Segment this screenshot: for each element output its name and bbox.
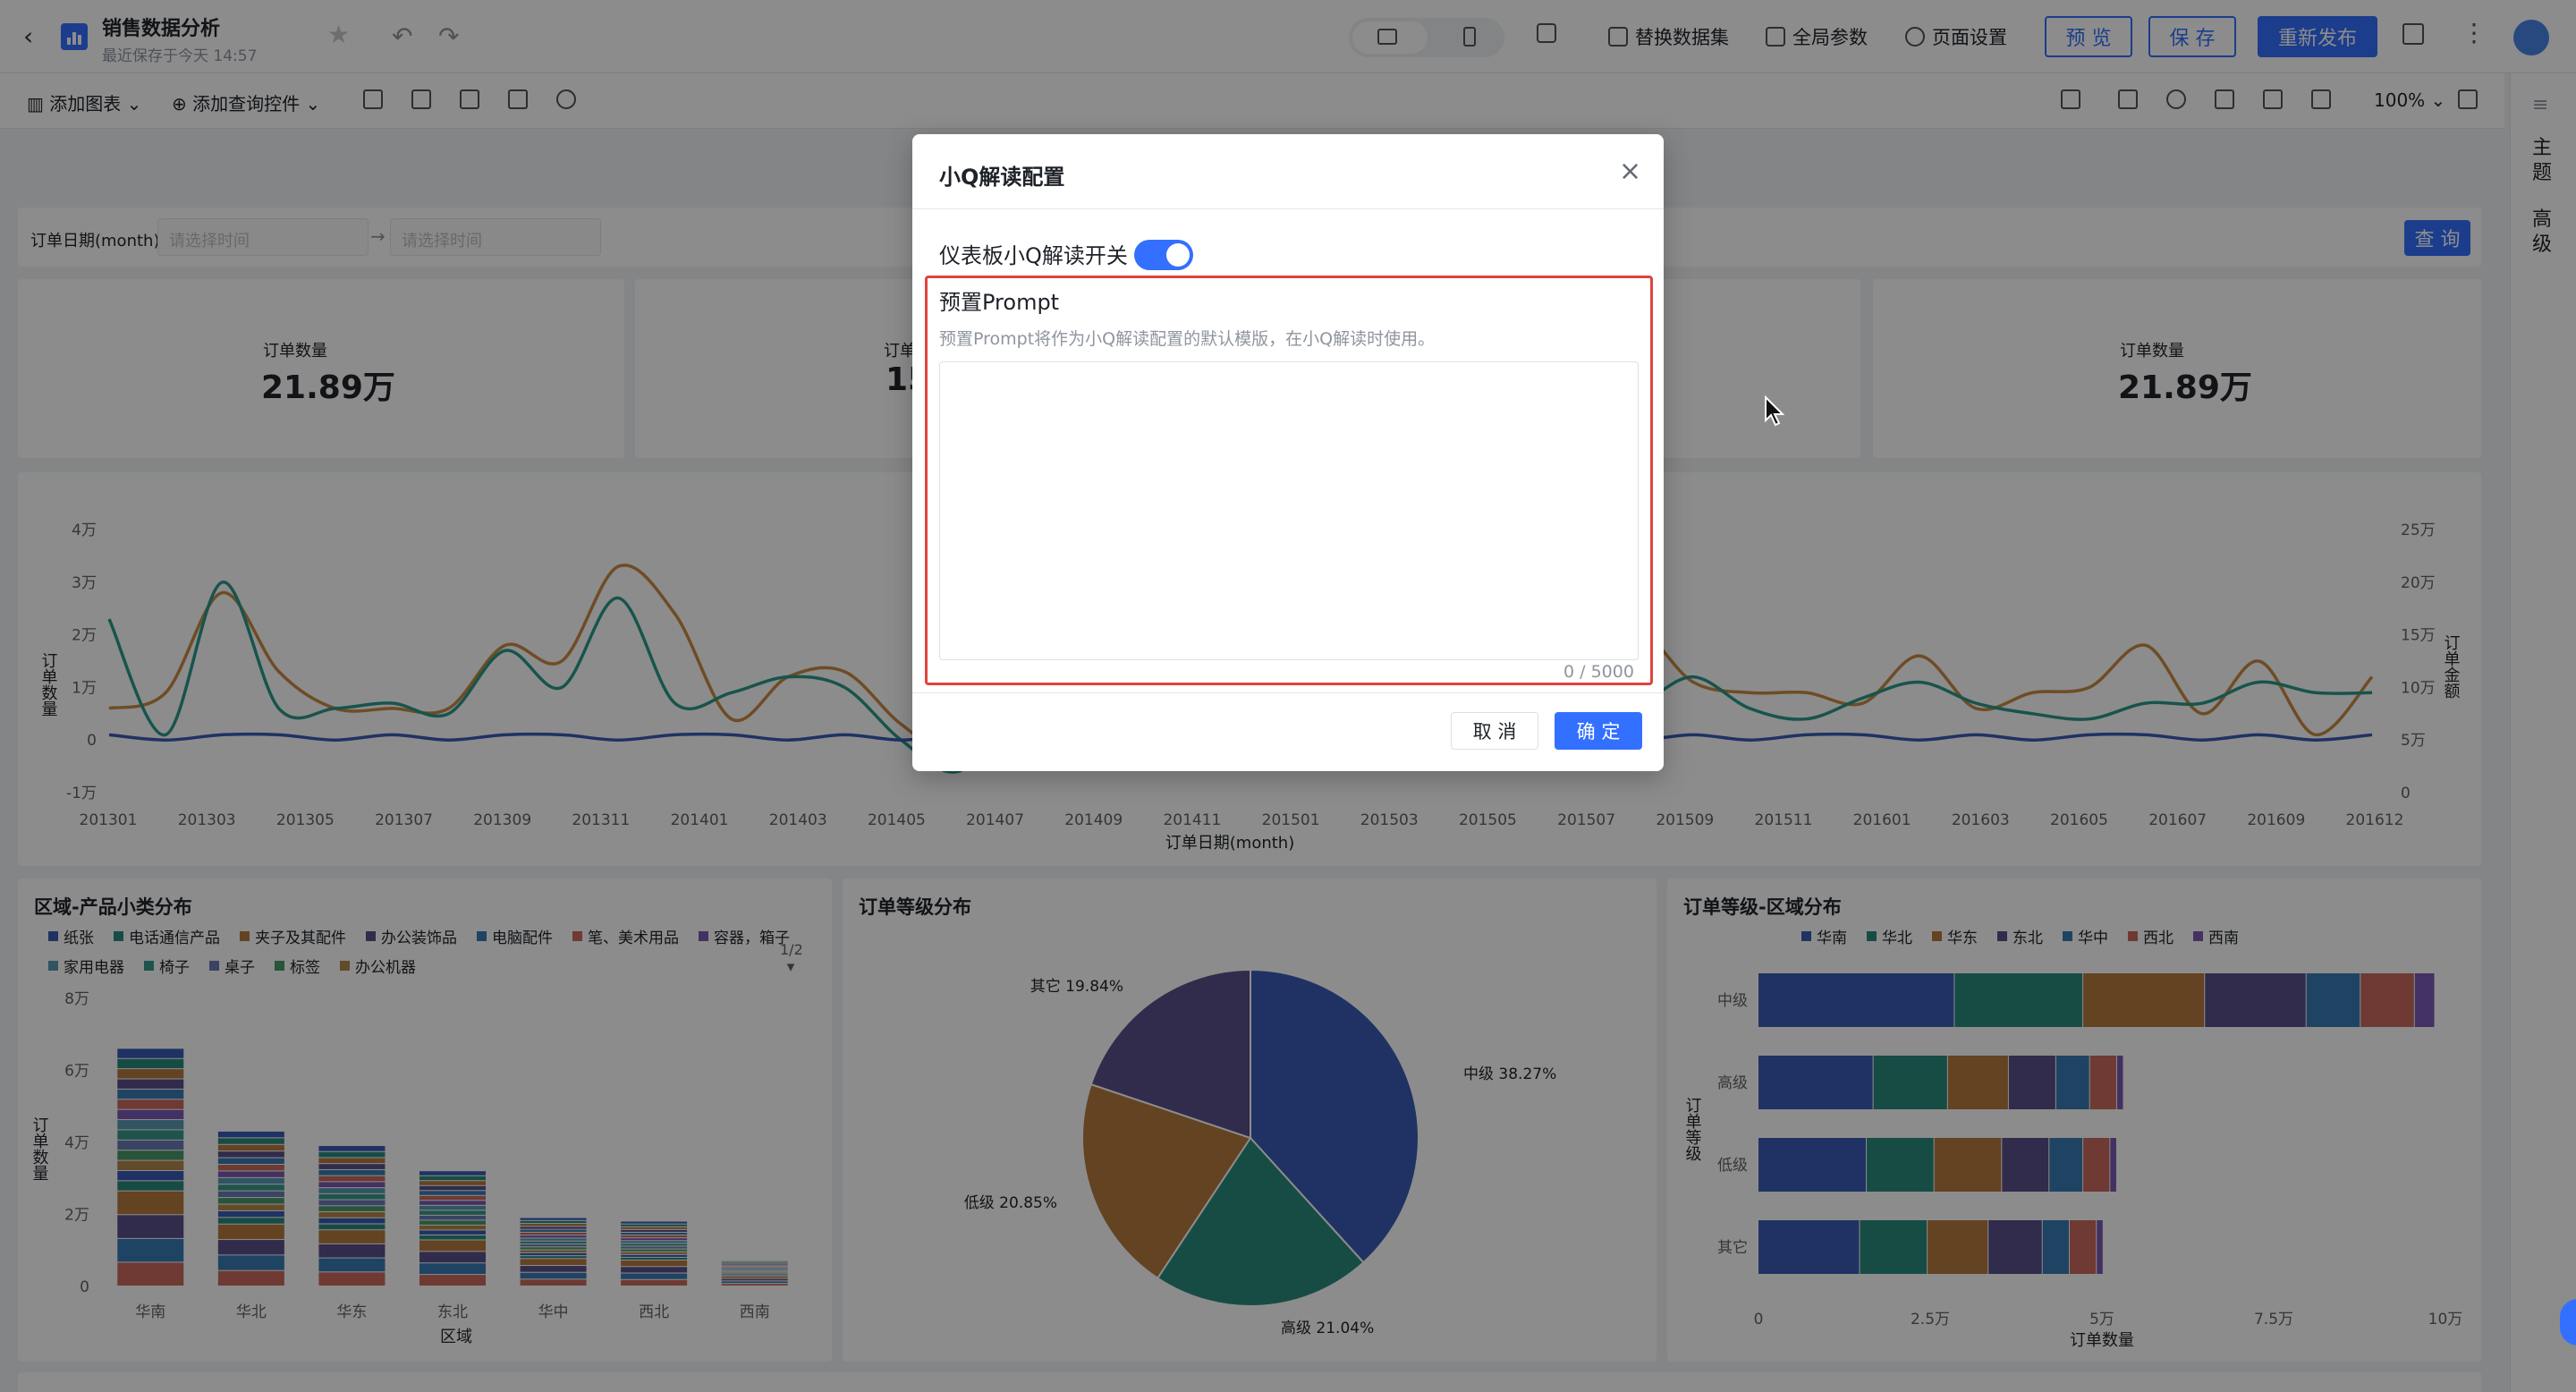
dialog-header: 小Q解读配置 ×	[912, 134, 1664, 209]
cancel-button[interactable]: 取 消	[1451, 712, 1538, 750]
char-counter: 0 / 5000	[1563, 662, 1634, 682]
xiaoq-config-dialog: 小Q解读配置 × 仪表板小Q解读开关 预置Prompt 预置Prompt将作为小…	[912, 134, 1664, 771]
mouse-cursor-icon	[1764, 395, 1787, 431]
dialog-divider	[912, 692, 1664, 693]
switch-label: 仪表板小Q解读开关	[939, 243, 1128, 268]
confirm-button[interactable]: 确 定	[1555, 712, 1642, 750]
xiaoq-switch[interactable]	[1134, 240, 1193, 270]
dialog-title: 小Q解读配置	[939, 165, 1065, 190]
switch-knob	[1166, 243, 1190, 267]
prompt-textarea[interactable]	[939, 361, 1639, 660]
prompt-description: 预置Prompt将作为小Q解读配置的默认模版，在小Q解读时使用。	[939, 329, 1436, 349]
prompt-title: 预置Prompt	[939, 290, 1060, 315]
close-icon[interactable]: ×	[1619, 156, 1641, 187]
